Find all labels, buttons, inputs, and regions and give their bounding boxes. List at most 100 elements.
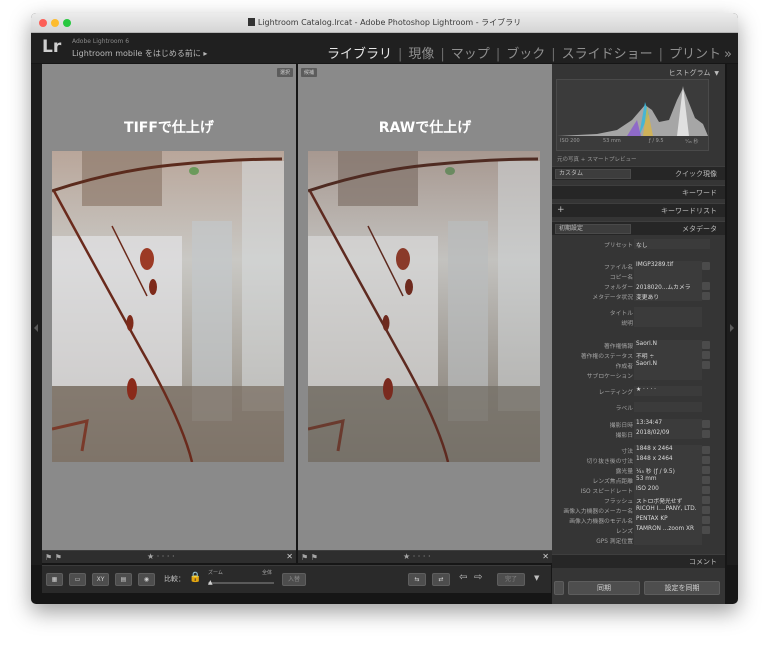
- add-keyword-icon[interactable]: +: [557, 205, 565, 215]
- zoom-window-button[interactable]: [63, 19, 71, 27]
- metadata-field-row: 作成者 Saori.N: [552, 360, 725, 370]
- metadata-action-icon[interactable]: [702, 361, 710, 369]
- module-slideshow[interactable]: スライドショー: [562, 47, 653, 62]
- loupe-view-icon[interactable]: ▭: [69, 573, 86, 586]
- metadata-action-icon[interactable]: [702, 262, 710, 270]
- sync-button[interactable]: 同期: [568, 581, 640, 595]
- metadata-field-input[interactable]: [634, 402, 702, 412]
- module-print[interactable]: プリント: [669, 47, 721, 62]
- swap-icon[interactable]: ⇄: [432, 573, 450, 586]
- metadata-field-value: ISO 200: [636, 486, 659, 492]
- metadata-field-label: ISO スピードレート: [580, 489, 633, 495]
- auto-sync-toggle[interactable]: [554, 581, 564, 595]
- compare-view-button[interactable]: XY: [92, 573, 109, 586]
- metadata-field-input[interactable]: [634, 307, 702, 317]
- histogram-title: ヒストグラム: [668, 69, 711, 77]
- metadata-header[interactable]: 初期設定 メタデータ: [552, 221, 725, 235]
- window-title: Lightroom Catalog.lrcat - Adobe Photosho…: [257, 18, 522, 27]
- people-view-icon[interactable]: ◉: [138, 573, 155, 586]
- metadata-field-label: 画像入力機器のメーカー名: [563, 509, 633, 515]
- metadata-field-row: 撮影日時 13:34:47: [552, 419, 725, 429]
- metadata-action-icon[interactable]: [702, 446, 710, 454]
- module-separator: |: [658, 47, 664, 62]
- metadata-action-icon[interactable]: [702, 430, 710, 438]
- metadata-field-input[interactable]: [634, 317, 702, 327]
- sync-settings-button[interactable]: 設定を同期: [644, 581, 720, 595]
- rating-stars[interactable]: ★ · · · ·: [147, 552, 175, 561]
- metadata-field-input[interactable]: [634, 271, 702, 281]
- right-panel-toggle[interactable]: [727, 64, 738, 565]
- metadata-action-icon[interactable]: [702, 516, 710, 524]
- metadata-field-label: ファイル名: [604, 265, 633, 271]
- lock-icon[interactable]: 🔒: [189, 572, 201, 583]
- metadata-action-icon[interactable]: [702, 506, 710, 514]
- close-window-button[interactable]: [39, 19, 47, 27]
- metadata-action-icon[interactable]: [702, 420, 710, 428]
- module-map[interactable]: マップ: [451, 47, 490, 62]
- quick-develop-preset-select[interactable]: カスタム: [555, 169, 631, 179]
- done-button[interactable]: 完了: [497, 573, 525, 586]
- survey-view-icon[interactable]: ▤: [115, 573, 132, 586]
- metadata-field-value: Saori.N: [636, 361, 657, 367]
- swap-button-disabled[interactable]: 入替: [282, 573, 306, 586]
- histogram-header[interactable]: ヒストグラム ▼: [669, 68, 719, 78]
- prev-icon[interactable]: ⇦: [459, 572, 467, 583]
- left-panel-toggle[interactable]: [31, 64, 42, 565]
- metadata-field-label: 寸法: [621, 449, 633, 455]
- metadata-action-icon[interactable]: [702, 486, 710, 494]
- metadata-field-input[interactable]: [634, 370, 702, 380]
- metadata-action-icon[interactable]: [702, 526, 710, 534]
- module-book[interactable]: ブック: [506, 47, 545, 62]
- metadata-action-icon[interactable]: [702, 351, 710, 359]
- rating-stars[interactable]: ★ · · · ·: [403, 552, 431, 561]
- module-library[interactable]: ライブラリ: [327, 47, 392, 62]
- metadata-action-icon[interactable]: [702, 456, 710, 464]
- metadata-field-label: 撮影日時: [609, 423, 633, 429]
- reject-icon[interactable]: ✕: [542, 552, 549, 561]
- module-develop[interactable]: 現像: [408, 47, 434, 62]
- metadata-field-row: GPS 測定位置: [552, 535, 725, 545]
- metadata-field-row: メタデータ状況 変更あり: [552, 291, 725, 301]
- zoom-slider[interactable]: [208, 582, 274, 584]
- metadata-field-row: フラッシュ ストロボ発光せず: [552, 495, 725, 505]
- quick-develop-header[interactable]: カスタム クイック現像: [552, 166, 725, 180]
- grid-view-icon[interactable]: ▦: [46, 573, 63, 586]
- keyword-list-header[interactable]: + キーワードリスト: [552, 203, 725, 217]
- metadata-field-value: ★ · · · ·: [636, 387, 656, 393]
- flag-icon[interactable]: ⚑ ⚑: [301, 553, 318, 562]
- pane-tag-candidate: 候補: [301, 68, 318, 77]
- metadata-action-icon[interactable]: [702, 292, 710, 300]
- flag-icon[interactable]: ⚑ ⚑: [45, 553, 62, 562]
- zoom-slider-handle[interactable]: ▲: [208, 579, 213, 586]
- metadata-label: メタデータ: [682, 225, 717, 233]
- metadata-field-input[interactable]: [634, 535, 702, 545]
- metadata-action-icon[interactable]: [702, 476, 710, 484]
- metadata-action-icon[interactable]: [702, 282, 710, 290]
- preset-value: なし: [636, 243, 648, 249]
- histogram-iso: ISO 200: [560, 138, 580, 144]
- metadata-field-value: 2018020...ムカメラ: [636, 285, 691, 291]
- metadata-preset-select[interactable]: 初期設定: [555, 224, 631, 234]
- smart-preview-status: 元の写真 + スマートプレビュー: [557, 157, 637, 163]
- comments-header[interactable]: コメント: [552, 554, 725, 568]
- reject-icon[interactable]: ✕: [286, 552, 293, 561]
- metadata-action-icon[interactable]: [702, 496, 710, 504]
- metadata-field-row: ラベル: [552, 402, 725, 412]
- metadata-field-label: 切り抜き後の寸法: [586, 459, 633, 465]
- metadata-field-value: 53 mm: [636, 476, 657, 482]
- metadata-field-value: PENTAX KP: [636, 516, 668, 522]
- metadata-action-icon[interactable]: [702, 341, 710, 349]
- metadata-action-icon[interactable]: [702, 466, 710, 474]
- mobile-prompt-link[interactable]: Lightroom mobile をはじめる前に ▸: [72, 48, 207, 59]
- keywords-header[interactable]: キーワード: [552, 185, 725, 199]
- compare-pane-candidate[interactable]: 候補 RAWで仕上げ: [298, 64, 552, 550]
- toolbar-menu-icon[interactable]: ▼: [534, 574, 539, 582]
- next-icon[interactable]: ⇨: [474, 572, 482, 583]
- metadata-field-label: レーティング: [598, 390, 633, 396]
- select-candidate-icon[interactable]: ⇆: [408, 573, 426, 586]
- minimize-window-button[interactable]: [51, 19, 59, 27]
- compare-pane-select[interactable]: 選択 TIFFで仕上げ: [42, 64, 296, 550]
- metadata-field-label: コピー名: [609, 275, 633, 281]
- more-modules-icon[interactable]: »: [724, 47, 732, 62]
- collapse-icon: ▼: [714, 70, 719, 77]
